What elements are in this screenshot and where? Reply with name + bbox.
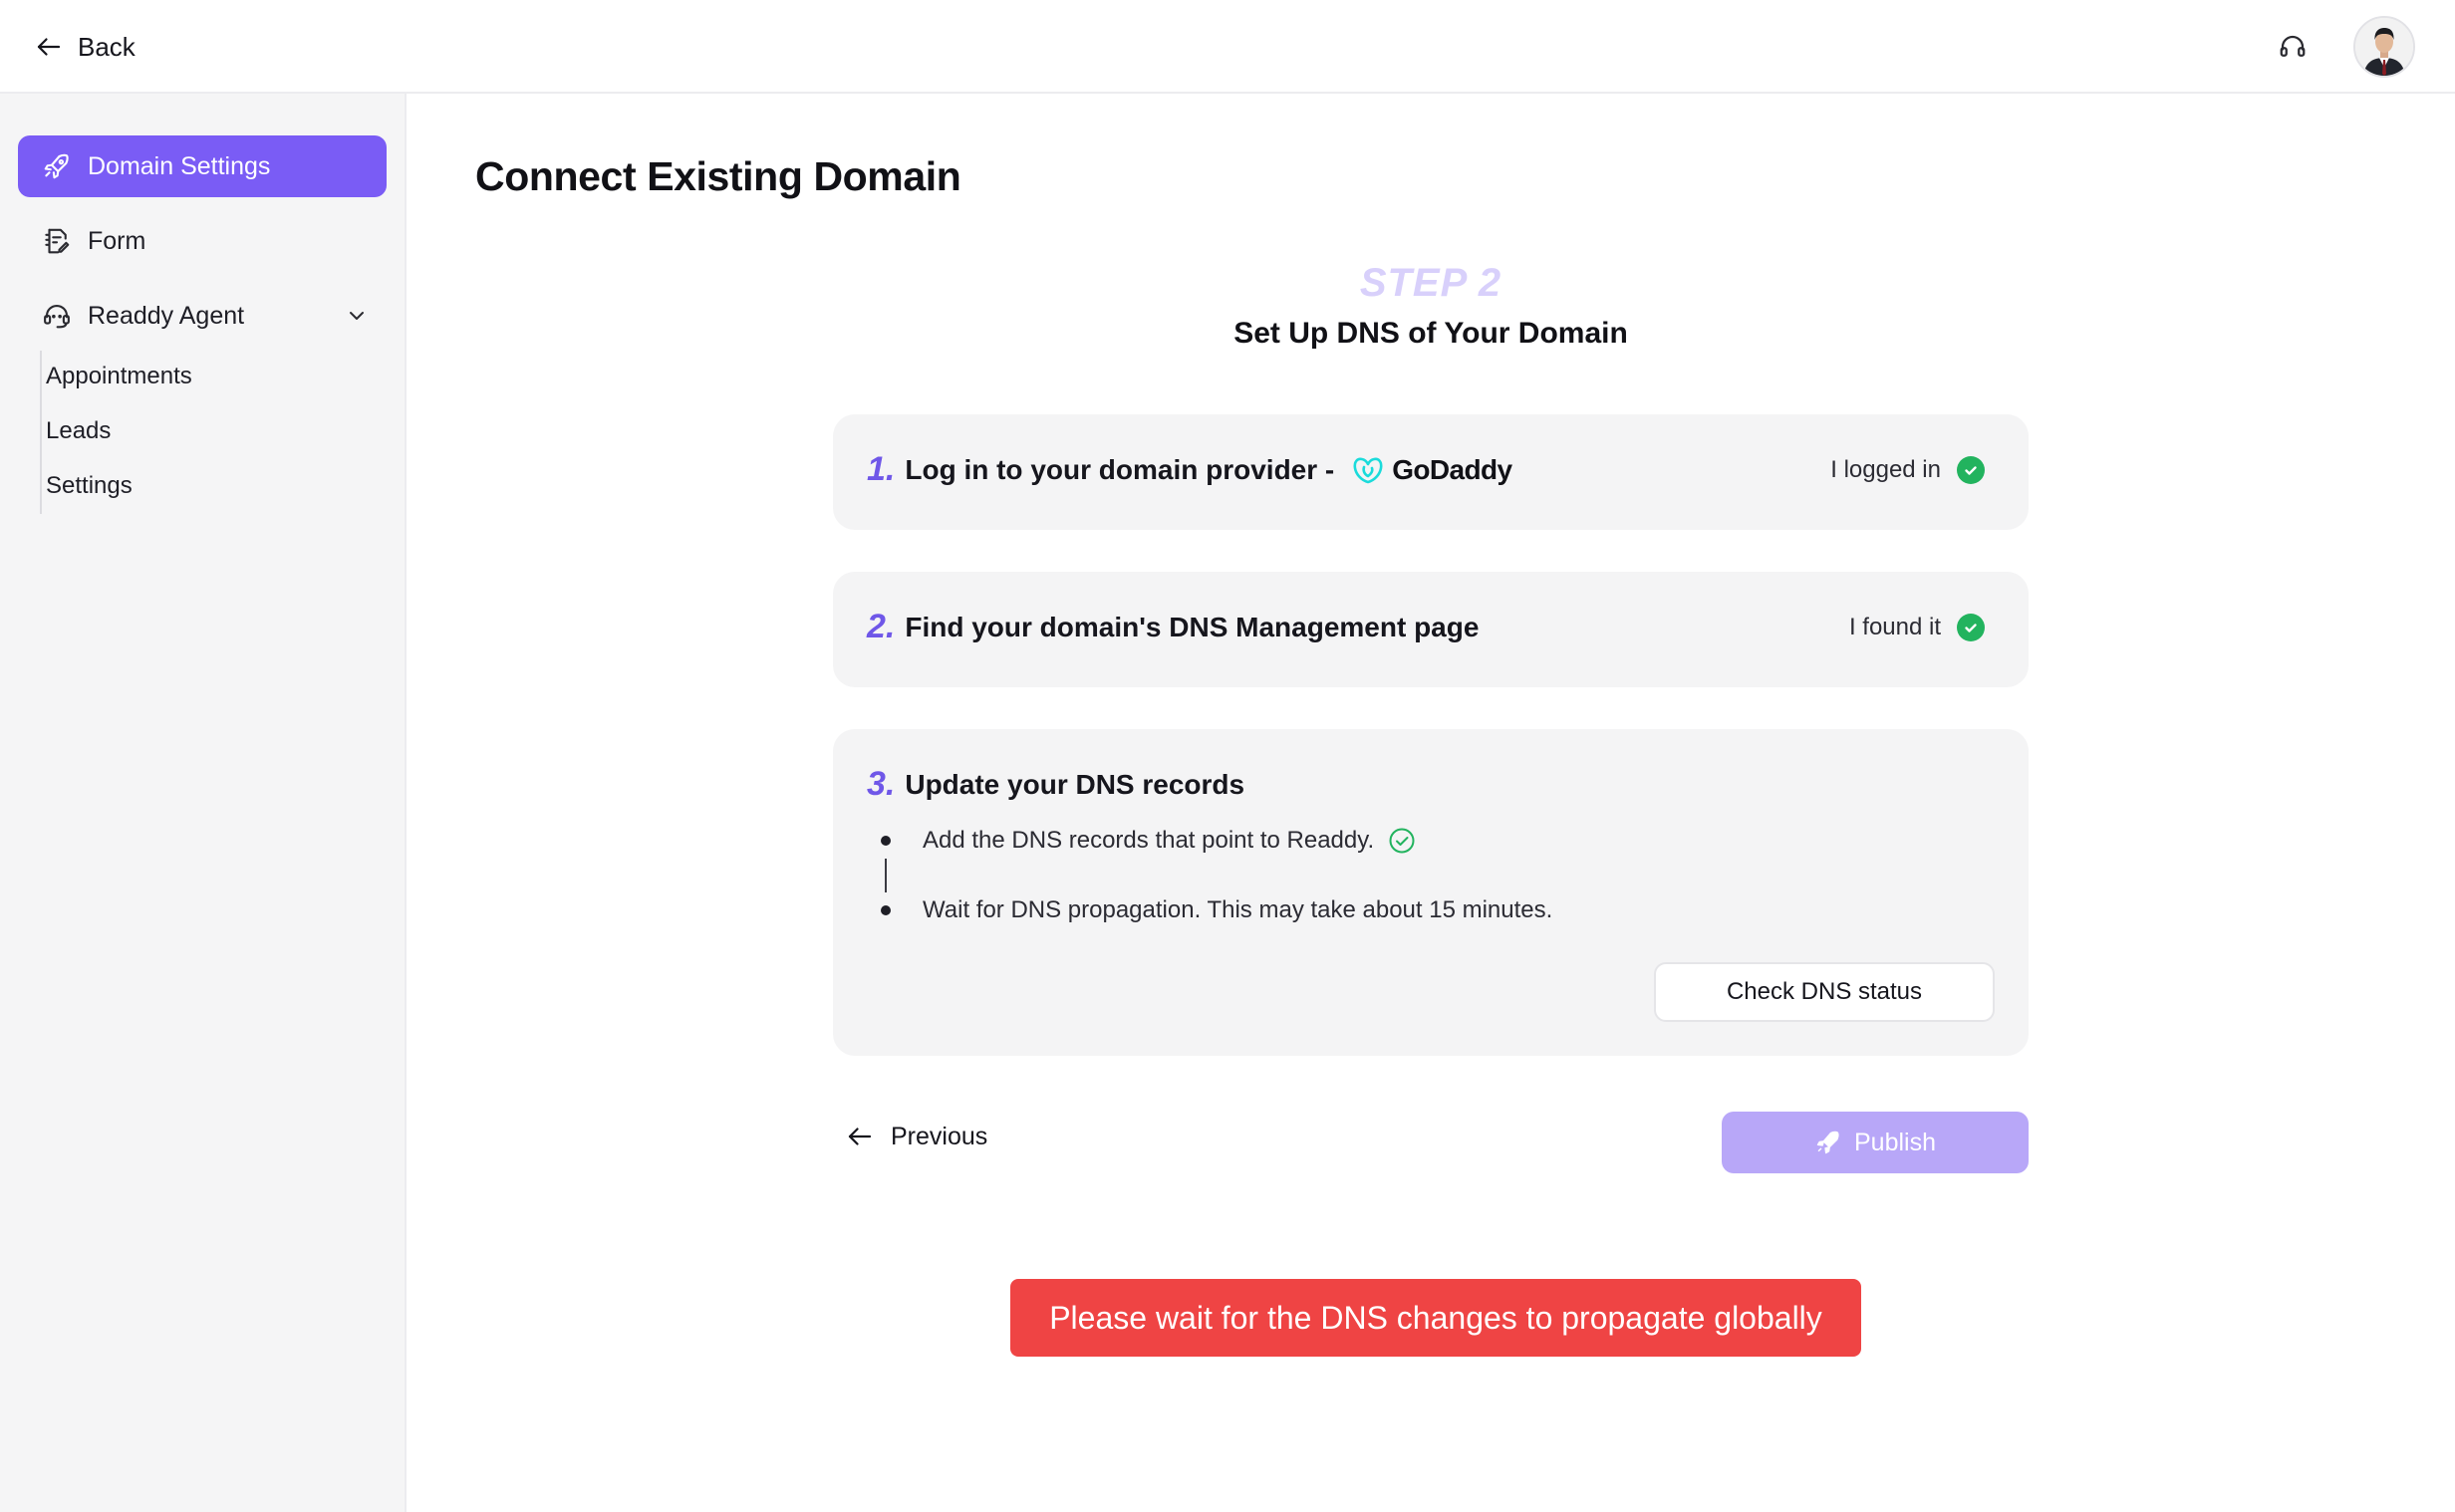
step-text: Update your DNS records [905, 768, 1245, 800]
provider-name: GoDaddy [1392, 453, 1512, 485]
rocket-icon [44, 153, 69, 179]
avatar[interactable] [2353, 16, 2415, 78]
bullet-dot [881, 905, 891, 915]
step-heading: 2. Find your domain's DNS Management pag… [867, 608, 1479, 646]
back-label: Back [78, 31, 136, 62]
sidebar: Domain Settings Form Readdy Agent Appoin… [0, 94, 407, 1512]
error-toast: Please wait for the DNS changes to propa… [1010, 1279, 1861, 1357]
back-button[interactable]: Back [34, 26, 136, 68]
list-item: Wait for DNS propagation. This may take … [881, 896, 1552, 924]
sidebar-subitem-settings[interactable]: Settings [46, 472, 133, 500]
publish-button[interactable]: Publish [1722, 1112, 2029, 1173]
headset-icon [2280, 35, 2306, 57]
check-circle-icon [1957, 614, 1985, 641]
form-edit-icon [45, 228, 70, 254]
sidebar-item-label: Domain Settings [88, 151, 271, 180]
agent-headset-icon [44, 304, 70, 329]
sidebar-subitem-leads[interactable]: Leads [46, 417, 111, 445]
arrow-left-icon [37, 38, 61, 56]
godaddy-icon [1353, 457, 1383, 483]
publish-label: Publish [1854, 1128, 1936, 1156]
user-avatar-icon [2355, 18, 2413, 76]
step-number: 1. [867, 450, 896, 488]
step-indicator: STEP 2 [1359, 261, 1502, 305]
bullet-text: Add the DNS records that point to Readdy… [923, 827, 1375, 854]
sidebar-item-form[interactable]: Form [18, 210, 387, 272]
confirm-label: I found it [1848, 614, 1941, 640]
step-number: 2. [867, 608, 896, 645]
sidebar-item-domain-settings[interactable]: Domain Settings [18, 135, 387, 197]
step-card-dns-page: 2. Find your domain's DNS Management pag… [833, 572, 2029, 687]
bullet-text: Wait for DNS propagation. This may take … [923, 896, 1553, 923]
list-item: Add the DNS records that point to Readdy… [881, 827, 1416, 855]
sidebar-item-label: Readdy Agent [88, 301, 245, 330]
godaddy-logo: GoDaddy [1352, 453, 1512, 486]
progress-connector [885, 859, 887, 892]
step-heading: 1. Log in to your domain provider - GoDa… [867, 450, 1512, 489]
logged-in-confirm[interactable]: I logged in [1830, 456, 1985, 484]
step-card-login: 1. Log in to your domain provider - GoDa… [833, 414, 2029, 530]
step-card-dns-records: 3. Update your DNS records Add the DNS r… [833, 729, 2029, 1056]
step-title: Set Up DNS of Your Domain [1233, 317, 1628, 350]
sidebar-item-readdy-agent[interactable]: Readdy Agent [18, 285, 387, 347]
page-title: Connect Existing Domain [475, 153, 961, 199]
arrow-left-icon [848, 1128, 872, 1145]
sidebar-subitem-appointments[interactable]: Appointments [46, 363, 192, 390]
previous-button[interactable]: Previous [845, 1122, 987, 1151]
step-text: Find your domain's DNS Management page [905, 611, 1480, 642]
step-text: Log in to your domain provider - [905, 453, 1335, 485]
sidebar-item-label: Form [88, 226, 146, 255]
support-button[interactable] [2274, 28, 2312, 66]
previous-label: Previous [891, 1122, 988, 1150]
step-heading: 3. Update your DNS records [867, 765, 1244, 804]
check-circle-icon [1957, 456, 1985, 484]
step-number: 3. [867, 765, 896, 803]
check-dns-status-button[interactable]: Check DNS status [1654, 962, 1995, 1022]
found-it-confirm[interactable]: I found it [1849, 614, 1985, 641]
confirm-label: I logged in [1830, 456, 1941, 483]
check-circle-outline-icon [1389, 828, 1415, 854]
bullet-dot [881, 836, 891, 846]
top-bar: Back [0, 0, 2455, 94]
rocket-icon [1816, 1131, 1839, 1154]
readdy-agent-submenu [40, 351, 42, 514]
chevron-down-icon[interactable] [345, 304, 369, 328]
